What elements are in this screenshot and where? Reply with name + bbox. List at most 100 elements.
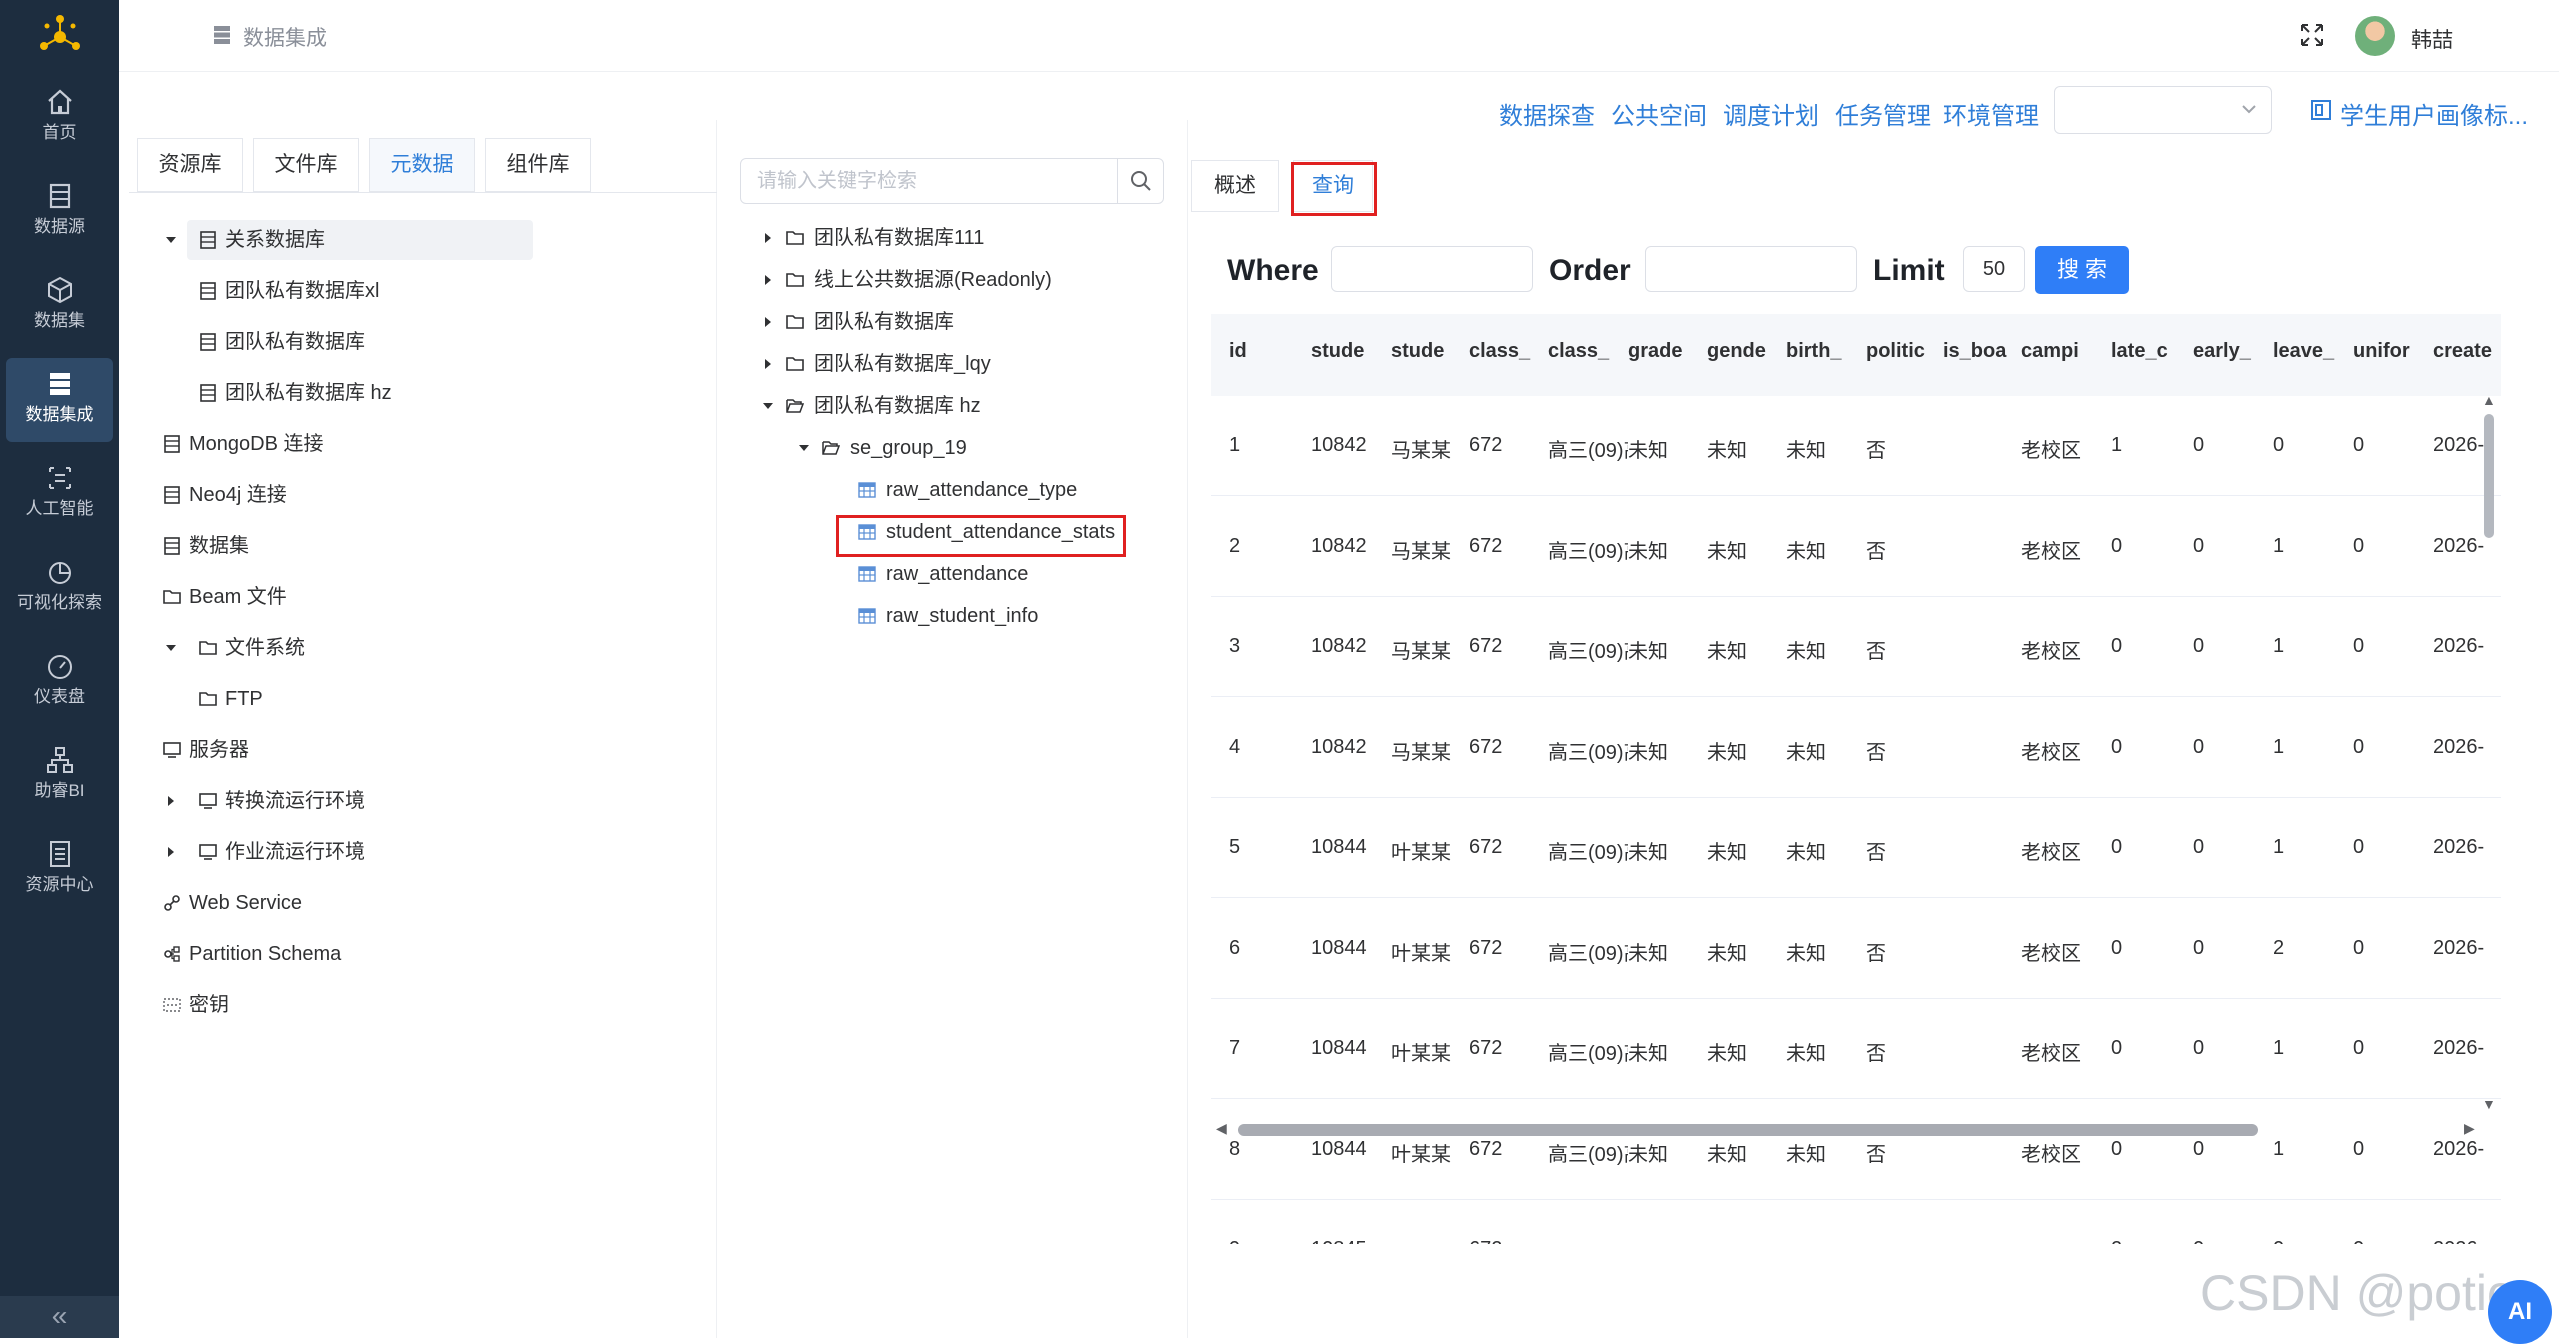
- table-cell: 高三(09)高三: [1548, 540, 1628, 563]
- order-input[interactable]: [1645, 246, 1857, 292]
- column-header[interactable]: leave_: [2273, 340, 2345, 363]
- nav-item-dashboard[interactable]: 仪表盘: [6, 640, 113, 724]
- table-row[interactable]: 610844叶某某672高三(09)高三未知未知未知否老校区00202026-: [1211, 899, 2501, 999]
- table-cell: 叶某某: [1391, 1043, 1451, 1065]
- caret-right-icon[interactable]: [165, 846, 177, 858]
- tree-node-team-db-111[interactable]: 团队私有数据库111: [765, 218, 1166, 258]
- nav-item-dataset[interactable]: 数据集: [6, 264, 113, 348]
- nav-item-bi[interactable]: 助睿BI: [6, 734, 113, 818]
- tree-node-partition-schema[interactable]: Partition Schema: [163, 934, 483, 974]
- table-row[interactable]: 710844叶某某672高三(09)高三未知未知未知否老校区00102026-: [1211, 999, 2501, 1099]
- user-name[interactable]: 韩喆: [2411, 24, 2453, 54]
- tree-node-team-db[interactable]: 团队私有数据库: [765, 302, 1166, 342]
- table-row[interactable]: 910845孙某某672高三(09)高三未知未知未知否老校区20002026-: [1211, 1200, 2501, 1244]
- where-input[interactable]: [1331, 246, 1533, 292]
- column-header[interactable]: create: [2433, 340, 2501, 363]
- tree-node-mongodb[interactable]: MongoDB 连接: [163, 424, 483, 464]
- tree-node-web-service[interactable]: Web Service: [163, 883, 483, 923]
- tree-node-team-db-hz[interactable]: 团队私有数据库 hz: [763, 386, 1166, 426]
- scroll-right-arrow[interactable]: ▶: [2464, 1120, 2475, 1137]
- table-icon: [858, 482, 876, 498]
- column-header[interactable]: stude: [1311, 340, 1381, 363]
- tree-node-ftp[interactable]: FTP: [199, 679, 519, 719]
- table-row[interactable]: 210842马某某672高三(09)高三未知未知未知否老校区00102026-: [1211, 497, 2501, 597]
- tree-node-team-db-hz[interactable]: 团队私有数据库 hz: [199, 373, 519, 413]
- caret-right-icon[interactable]: [762, 316, 774, 328]
- column-header[interactable]: late_c: [2111, 340, 2183, 363]
- tree-node-beam-file[interactable]: Beam 文件: [163, 577, 483, 617]
- column-header[interactable]: early_: [2193, 340, 2265, 363]
- tree-node-se-group-19[interactable]: se_group_19: [799, 428, 1162, 468]
- horizontal-scrollbar[interactable]: [1238, 1124, 2258, 1136]
- tree-node-secret-key[interactable]: 密钥: [163, 985, 483, 1025]
- collapse-nav-button[interactable]: «: [0, 1296, 119, 1338]
- scroll-down-arrow[interactable]: ▼: [2482, 1096, 2496, 1112]
- caret-down-icon[interactable]: [762, 400, 774, 412]
- nav-item-resource[interactable]: 资源中心: [6, 828, 113, 912]
- tree-node-filesystem[interactable]: 文件系统: [166, 628, 519, 668]
- tree-node-label: 团队私有数据库_lqy: [814, 353, 991, 375]
- column-header[interactable]: id: [1229, 340, 1289, 363]
- caret-right-icon[interactable]: [165, 795, 177, 807]
- tree-node-team-db[interactable]: 团队私有数据库: [199, 322, 519, 362]
- tab-overview[interactable]: 概述: [1191, 160, 1279, 212]
- caret-right-icon[interactable]: [762, 358, 774, 370]
- table-row[interactable]: 510844叶某某672高三(09)高三未知未知未知否老校区00102026-: [1211, 798, 2501, 898]
- caret-right-icon[interactable]: [762, 274, 774, 286]
- column-header[interactable]: class_: [1469, 340, 1539, 363]
- tree-node-raw-attendance[interactable]: raw_attendance: [858, 554, 1168, 594]
- tree-node-transform-env[interactable]: 转换流运行环境: [168, 781, 519, 821]
- avatar[interactable]: [2355, 16, 2395, 56]
- column-header[interactable]: politic: [1866, 340, 1932, 363]
- nav-item-ai[interactable]: 人工智能: [6, 452, 113, 536]
- table-row[interactable]: 810844叶某某672高三(09)高三未知未知未知否老校区00102026-: [1211, 1100, 2501, 1200]
- table-row[interactable]: 110842马某某672高三(09)高三未知未知未知否老校区10002026-: [1211, 396, 2501, 496]
- column-header[interactable]: grade: [1628, 340, 1698, 363]
- tree-node-relational-db[interactable]: 关系数据库: [166, 220, 533, 260]
- tree-node-team-db-xl[interactable]: 团队私有数据库xl: [199, 271, 519, 311]
- nav-item-integration[interactable]: 数据集成: [6, 358, 113, 442]
- table-row[interactable]: 410842马某某672高三(09)高三未知未知未知否老校区00102026-: [1211, 698, 2501, 798]
- fullscreen-icon[interactable]: [2299, 22, 2325, 48]
- table-cell: 老校区: [2021, 440, 2081, 462]
- limit-input[interactable]: [1963, 246, 2025, 292]
- ai-assistant-button[interactable]: AI: [2488, 1280, 2552, 1344]
- tree-node-raw-attendance-type[interactable]: raw_attendance_type: [858, 470, 1168, 510]
- caret-right-icon[interactable]: [762, 232, 774, 244]
- vertical-scrollbar[interactable]: [2484, 414, 2494, 538]
- metadata-tree-panel: 团队私有数据库111 线上公共数据源(Readonly) 团队私有数据库 团队私…: [718, 120, 1188, 1338]
- column-header[interactable]: is_boa: [1943, 340, 2013, 363]
- caret-down-icon[interactable]: [165, 234, 177, 246]
- tab-file-library[interactable]: 文件库: [253, 138, 359, 192]
- nav-label: 数据集: [34, 311, 85, 330]
- nav-item-visual[interactable]: 可视化探索: [6, 546, 113, 630]
- table-cell: 0: [2193, 635, 2205, 657]
- table-row[interactable]: 310842马某某672高三(09)高三未知未知未知否老校区00102026-: [1211, 597, 2501, 697]
- column-header[interactable]: unifor: [2353, 340, 2425, 363]
- tree-node-neo4j[interactable]: Neo4j 连接: [163, 475, 483, 515]
- tree-node-dataset[interactable]: 数据集: [163, 526, 483, 566]
- tab-resource-library[interactable]: 资源库: [137, 138, 243, 192]
- caret-down-icon[interactable]: [798, 442, 810, 454]
- tree-node-server[interactable]: 服务器: [163, 730, 483, 770]
- search-button[interactable]: [1117, 159, 1163, 203]
- scroll-left-arrow[interactable]: ◀: [1216, 1120, 1227, 1137]
- tree-node-public-readonly[interactable]: 线上公共数据源(Readonly): [765, 260, 1166, 300]
- tab-metadata[interactable]: 元数据: [369, 138, 475, 192]
- search-input[interactable]: [743, 161, 1113, 201]
- query-search-button[interactable]: 搜索: [2035, 246, 2129, 294]
- column-header[interactable]: gende: [1707, 340, 1777, 363]
- nav-item-home[interactable]: 首页: [6, 76, 113, 160]
- tree-node-team-db-lqy[interactable]: 团队私有数据库_lqy: [765, 344, 1166, 384]
- column-header[interactable]: stude: [1391, 340, 1461, 363]
- logo-icon[interactable]: [35, 12, 85, 62]
- tree-node-raw-student-info[interactable]: raw_student_info: [858, 596, 1168, 636]
- caret-down-icon[interactable]: [165, 642, 177, 654]
- scroll-up-arrow[interactable]: ▲: [2482, 392, 2496, 408]
- column-header[interactable]: birth_: [1786, 340, 1856, 363]
- nav-item-datasource[interactable]: 数据源: [6, 170, 113, 254]
- column-header[interactable]: campi: [2021, 340, 2101, 363]
- tree-node-job-env[interactable]: 作业流运行环境: [168, 832, 519, 872]
- tab-component-library[interactable]: 组件库: [485, 138, 591, 192]
- column-header[interactable]: class_: [1548, 340, 1626, 363]
